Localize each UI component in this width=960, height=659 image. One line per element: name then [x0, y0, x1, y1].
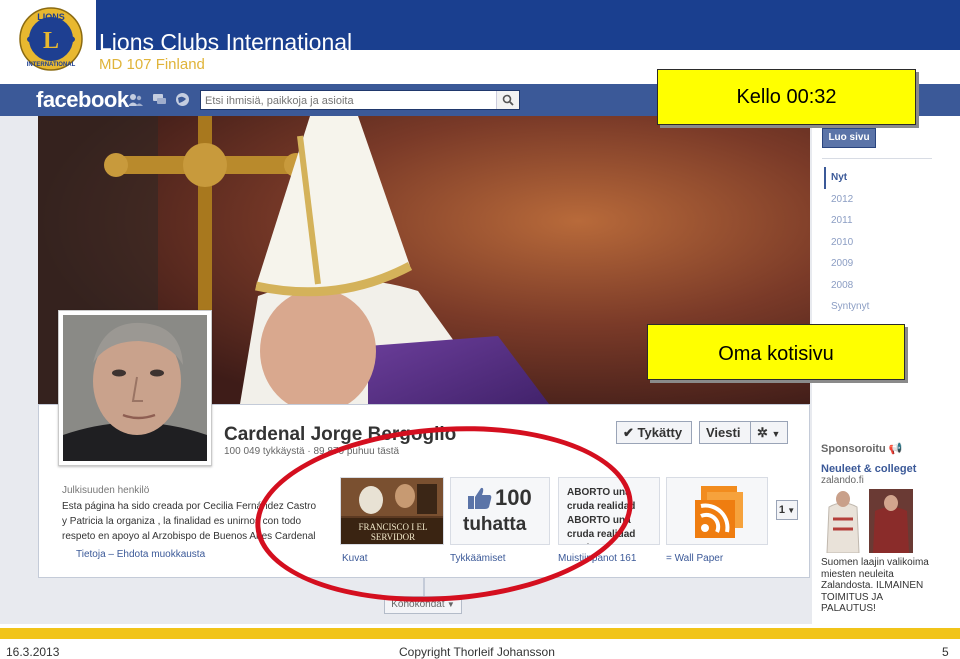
ad-domain[interactable]: zalando.fi [821, 475, 864, 487]
org-subtitle: MD 107 Finland [99, 56, 205, 73]
wallpaper-app-tile[interactable] [666, 477, 768, 545]
message-button[interactable]: Viesti [699, 421, 751, 444]
year-item-2009[interactable]: 2009 [824, 253, 924, 275]
search-icon [502, 94, 514, 106]
wallpaper-app-label[interactable]: = Wall Paper [666, 553, 723, 565]
liked-button[interactable]: ✔ Tykätty [616, 421, 692, 444]
liked-button-label: Tykätty [637, 425, 683, 440]
facebook-logo[interactable]: facebook [36, 88, 129, 112]
footer-band [0, 628, 960, 639]
year-item-born[interactable]: Syntynyt [824, 296, 924, 318]
gear-icon: ✲ [757, 425, 768, 440]
slide-number: 5 [942, 645, 949, 659]
search-box[interactable] [200, 90, 520, 110]
year-item-now[interactable]: Nyt [824, 167, 924, 189]
settings-dropdown-button[interactable]: ✲ ▼ [750, 421, 788, 444]
create-page-button[interactable]: Luo sivu [822, 128, 876, 148]
svg-text:LIONS: LIONS [37, 12, 65, 22]
home-page-callout: Oma kotisivu [647, 324, 905, 380]
ad-image[interactable] [821, 489, 913, 554]
divider [822, 158, 932, 159]
chevron-down-icon: ▼ [444, 600, 455, 609]
time-callout: Kello 00:32 [657, 69, 916, 125]
messages-icon[interactable] [152, 92, 167, 107]
svg-text:INTERNATIONAL: INTERNATIONAL [27, 62, 76, 68]
footer-copyright: Copyright Thorleif Johansson [399, 645, 555, 659]
year-item-2010[interactable]: 2010 [824, 232, 924, 254]
checkmark-icon: ✔ [623, 425, 634, 440]
rss-feed-icon [695, 486, 743, 538]
search-button[interactable] [496, 91, 519, 109]
year-item-2012[interactable]: 2012 [824, 189, 924, 211]
profile-picture[interactable] [58, 310, 212, 466]
sponsored-label: Sponsoroitu [821, 443, 886, 455]
megaphone-icon: 📢 [888, 443, 903, 455]
year-item-2008[interactable]: 2008 [824, 275, 924, 297]
sponsored-heading: Sponsoroitu 📢 [821, 442, 903, 456]
chevron-down-icon: ▼ [784, 506, 796, 515]
svg-text:L: L [43, 28, 59, 54]
more-apps-button[interactable]: 1 ▼ [776, 500, 798, 520]
friend-requests-icon[interactable] [128, 92, 143, 107]
notifications-icon[interactable] [175, 92, 190, 107]
profile-photo [63, 315, 207, 461]
category-label: Julkisuuden henkilö [62, 485, 150, 496]
lions-logo-icon: LIONS L INTERNATIONAL [18, 6, 84, 72]
search-input[interactable] [205, 93, 495, 108]
timeline-year-nav: Nyt 2012 2011 2010 2009 2008 Syntynyt [824, 167, 924, 318]
footer-date: 16.3.2013 [6, 645, 60, 659]
chevron-down-icon: ▼ [771, 429, 781, 439]
about-links[interactable]: Tietoja – Ehdota muokkausta [76, 549, 205, 561]
year-item-2011[interactable]: 2011 [824, 210, 924, 232]
ad-text: Suomen laajin valikoima miesten neuleita… [821, 557, 929, 614]
org-title: Lions Clubs International [99, 29, 353, 55]
